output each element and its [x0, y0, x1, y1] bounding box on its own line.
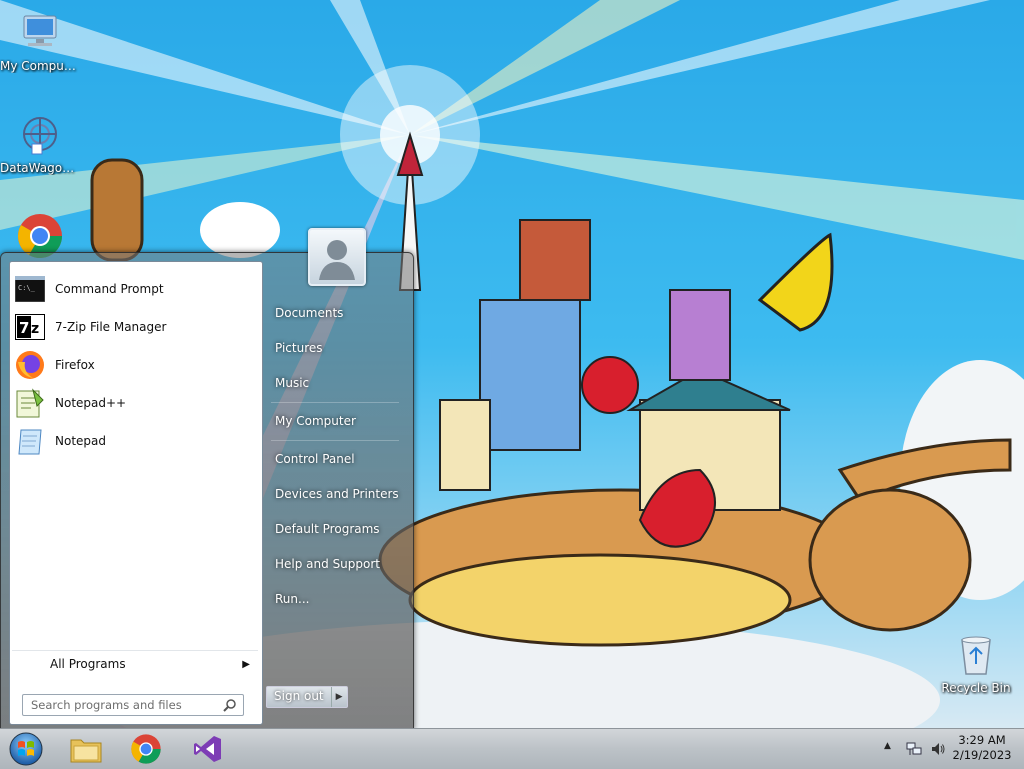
desktop-icon-label: Recycle Bin: [941, 681, 1011, 695]
start-link-label: Music: [275, 376, 310, 390]
user-icon: [319, 240, 355, 280]
start-link-pictures[interactable]: Pictures: [267, 333, 405, 363]
start-item-firefox[interactable]: Firefox: [12, 348, 258, 382]
start-menu-programs-pane: C:\_ Command Prompt 7z 7-Zip File Manage…: [9, 261, 263, 725]
svg-text:z: z: [31, 321, 39, 337]
search-placeholder: Search programs and files: [31, 698, 182, 712]
notepadpp-icon: [14, 387, 46, 419]
arrow-right-icon: ▶: [242, 658, 250, 670]
start-link-control-panel[interactable]: Control Panel: [267, 444, 405, 474]
start-item-command-prompt[interactable]: C:\_ Command Prompt: [12, 272, 258, 306]
start-link-label: My Computer: [275, 414, 356, 428]
start-link-default-programs[interactable]: Default Programs: [267, 514, 405, 544]
taskbar-visual-studio[interactable]: [182, 731, 234, 767]
start-item-label: 7-Zip File Manager: [55, 320, 167, 334]
visual-studio-icon: [194, 736, 221, 762]
start-item-notepad[interactable]: Notepad: [12, 424, 258, 458]
start-link-label: Help and Support: [275, 557, 380, 571]
start-link-label: Devices and Printers: [275, 487, 399, 501]
svg-text:C:\_: C:\_: [18, 284, 36, 292]
volume-icon[interactable]: [930, 741, 946, 757]
start-link-label: Run...: [275, 592, 310, 606]
chrome-icon: [131, 734, 161, 764]
start-link-documents[interactable]: Documents: [267, 298, 405, 328]
recycle-bin-icon: [961, 636, 991, 675]
start-item-label: Firefox: [55, 358, 95, 372]
network-icon[interactable]: [906, 741, 922, 757]
show-hidden-icons-button[interactable]: ▲: [884, 741, 891, 751]
search-programs-input[interactable]: Search programs and files: [22, 694, 244, 716]
start-menu: C:\_ Command Prompt 7z 7-Zip File Manage…: [0, 252, 414, 730]
all-programs-label: All Programs: [50, 657, 126, 671]
start-link-run[interactable]: Run...: [267, 584, 405, 614]
user-account-picture[interactable]: [308, 228, 366, 286]
start-link-music[interactable]: Music: [267, 368, 405, 398]
arrow-right-icon[interactable]: ▶: [332, 687, 347, 707]
start-link-label: Default Programs: [275, 522, 380, 536]
7zip-icon: 7z: [14, 311, 46, 343]
taskbar: ▲ 3:29 AM 2/19/2023: [0, 728, 1024, 769]
search-icon: [223, 699, 236, 712]
desktop-icon-label: DataWagon...: [0, 161, 80, 175]
separator: [271, 440, 399, 441]
datawagon-icon: [23, 117, 57, 155]
start-link-label: Control Panel: [275, 452, 355, 466]
start-item-label: Command Prompt: [55, 282, 164, 296]
folder-icon: [70, 739, 102, 763]
sign-out-button[interactable]: Sign out ▶: [266, 686, 348, 708]
desktop-icon-my-computer[interactable]: My Computer: [0, 10, 80, 73]
desktop-icon-recycle-bin[interactable]: Recycle Bin: [936, 632, 1016, 695]
sign-out-label: Sign out: [267, 687, 332, 707]
system-clock[interactable]: 3:29 AM 2/19/2023: [952, 733, 1012, 763]
start-link-label: Pictures: [275, 341, 323, 355]
all-programs-button[interactable]: All Programs ▶: [12, 650, 258, 677]
start-item-7zip[interactable]: 7z 7-Zip File Manager: [12, 310, 258, 344]
taskbar-chrome[interactable]: [120, 731, 172, 767]
start-item-notepadpp[interactable]: Notepad++: [12, 386, 258, 420]
desktop-icon-label: My Computer: [0, 59, 80, 73]
firefox-icon: [14, 349, 46, 381]
taskbar-file-explorer[interactable]: [60, 731, 112, 767]
computer-icon: [23, 15, 57, 46]
clock-date: 2/19/2023: [952, 748, 1012, 762]
separator: [271, 402, 399, 403]
command-prompt-icon: C:\_: [14, 273, 46, 305]
start-link-my-computer[interactable]: My Computer: [267, 406, 405, 436]
start-item-label: Notepad: [55, 434, 106, 448]
svg-text:7: 7: [19, 319, 29, 337]
start-link-label: Documents: [275, 306, 344, 320]
start-link-devices-printers[interactable]: Devices and Printers: [267, 479, 405, 509]
desktop-icon-datawagon[interactable]: DataWagon...: [0, 112, 80, 175]
start-button[interactable]: [0, 731, 52, 767]
start-link-help-support[interactable]: Help and Support: [267, 549, 405, 579]
start-orb-icon: [9, 732, 43, 766]
clock-time: 3:29 AM: [958, 733, 1006, 747]
notepad-icon: [14, 425, 46, 457]
start-item-label: Notepad++: [55, 396, 127, 410]
